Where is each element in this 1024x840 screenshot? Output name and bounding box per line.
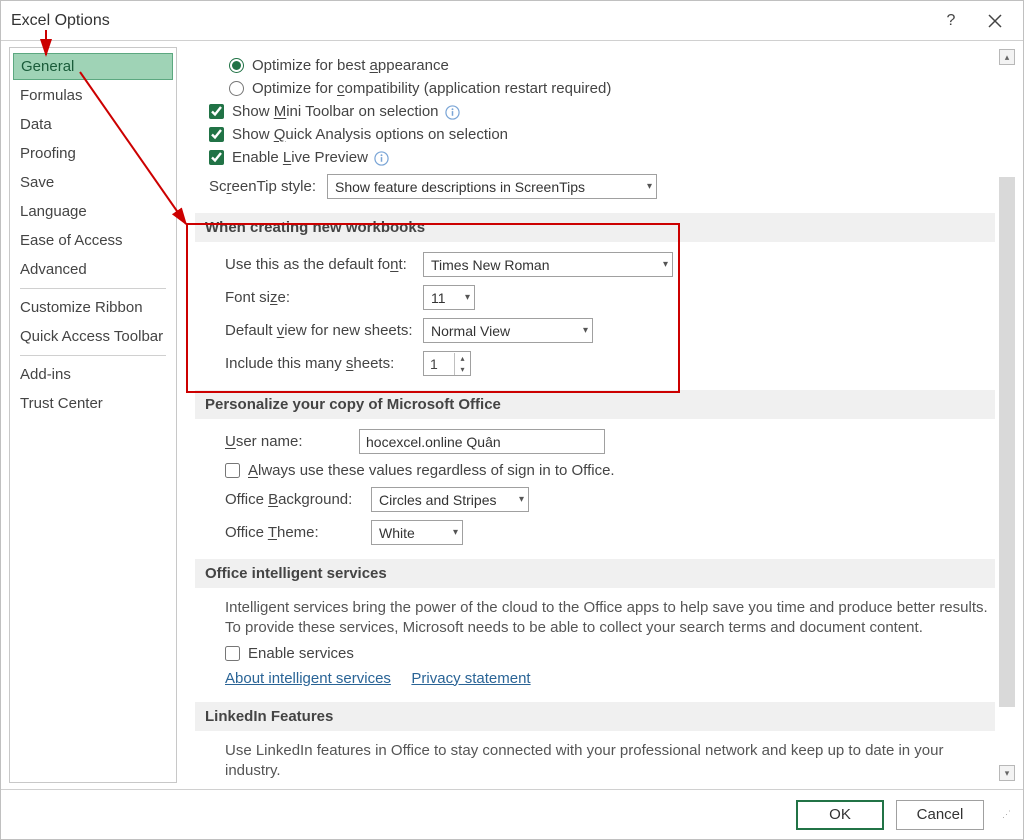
nav-trust[interactable]: Trust Center <box>10 389 176 418</box>
check-enable-services[interactable]: Enable services <box>211 645 995 662</box>
radio-optimize-compat[interactable]: Optimize for compatibility (application … <box>195 80 995 97</box>
field-office-theme: Office Theme: White▾ <box>225 520 995 545</box>
intelligent-desc: Intelligent services bring the power of … <box>225 598 995 639</box>
radio-optimize-best-input[interactable] <box>229 58 244 73</box>
field-default-font: Use this as the default font: Times New … <box>225 252 995 277</box>
nav-general[interactable]: General <box>13 53 173 80</box>
dropdown-font-size[interactable]: 11▾ <box>423 285 475 310</box>
radio-optimize-best[interactable]: Optimize for best appearance <box>195 57 995 74</box>
nav-separator <box>20 288 166 289</box>
spinner-sheet-count[interactable]: 1 ▴▾ <box>423 351 471 376</box>
section-new-workbooks: When creating new workbooks <box>195 213 995 242</box>
chevron-down-icon: ▾ <box>513 494 524 505</box>
dropdown-default-view[interactable]: Normal View▾ <box>423 318 593 343</box>
titlebar: Excel Options ? <box>1 1 1023 41</box>
close-icon[interactable] <box>973 4 1017 38</box>
chevron-down-icon: ▾ <box>459 292 470 303</box>
input-user-name[interactable] <box>359 429 605 454</box>
dropdown-default-font[interactable]: Times New Roman▾ <box>423 252 673 277</box>
field-office-background: Office Background: Circles and Stripes▾ <box>225 487 995 512</box>
section-intelligent: Office intelligent services <box>195 559 995 588</box>
check-mini-toolbar-input[interactable] <box>209 104 224 119</box>
nav-ease[interactable]: Ease of Access <box>10 226 176 255</box>
help-icon[interactable]: ? <box>929 4 973 38</box>
resize-grip-icon[interactable]: ⋰ <box>1002 809 1011 820</box>
footer: OK Cancel ⋰ <box>1 789 1023 839</box>
window-title: Excel Options <box>11 12 929 30</box>
nav-formulas[interactable]: Formulas <box>10 81 176 110</box>
dropdown-office-theme[interactable]: White▾ <box>371 520 463 545</box>
ok-button[interactable]: OK <box>796 800 884 830</box>
field-sheet-count: Include this many sheets: 1 ▴▾ <box>225 351 995 376</box>
nav-proofing[interactable]: Proofing <box>10 139 176 168</box>
check-live-preview-input[interactable] <box>209 150 224 165</box>
nav-save[interactable]: Save <box>10 168 176 197</box>
scroll-up-icon[interactable]: ▴ <box>999 49 1015 65</box>
nav-addins[interactable]: Add-ins <box>10 360 176 389</box>
field-default-view: Default view for new sheets: Normal View… <box>225 318 995 343</box>
check-enable-services-input[interactable] <box>225 646 240 661</box>
spinner-down-icon[interactable]: ▾ <box>455 364 470 375</box>
check-quick-analysis[interactable]: Show Quick Analysis options on selection <box>195 126 995 143</box>
dropdown-office-background[interactable]: Circles and Stripes▾ <box>371 487 529 512</box>
spinner-up-icon[interactable]: ▴ <box>455 353 470 364</box>
field-font-size: Font size: 11▾ <box>225 285 995 310</box>
dropdown-screentip[interactable]: Show feature descriptions in ScreenTips▾ <box>327 174 657 199</box>
check-always-use-input[interactable] <box>225 463 240 478</box>
check-quick-analysis-input[interactable] <box>209 127 224 142</box>
chevron-down-icon: ▾ <box>447 527 458 538</box>
nav-ribbon[interactable]: Customize Ribbon <box>10 293 176 322</box>
section-linkedin: LinkedIn Features <box>195 702 995 731</box>
check-live-preview[interactable]: Enable Live Preview <box>195 149 995 166</box>
radio-optimize-compat-input[interactable] <box>229 81 244 96</box>
nav-language[interactable]: Language <box>10 197 176 226</box>
info-icon[interactable] <box>374 149 389 166</box>
info-icon[interactable] <box>445 103 460 120</box>
chevron-down-icon: ▾ <box>577 325 588 336</box>
scroll-down-icon[interactable]: ▾ <box>999 765 1015 781</box>
sidebar: General Formulas Data Proofing Save Lang… <box>9 47 177 783</box>
chevron-down-icon: ▾ <box>641 181 652 192</box>
cancel-button[interactable]: Cancel <box>896 800 984 830</box>
link-privacy[interactable]: Privacy statement <box>411 670 530 687</box>
nav-separator <box>20 355 166 356</box>
nav-data[interactable]: Data <box>10 110 176 139</box>
nav-advanced[interactable]: Advanced <box>10 255 176 284</box>
content-pane: Optimize for best appearance Optimize fo… <box>183 47 1017 783</box>
field-screentip: ScreenTip style: Show feature descriptio… <box>209 174 995 199</box>
section-personalize: Personalize your copy of Microsoft Offic… <box>195 390 995 419</box>
scrollbar-thumb[interactable] <box>999 177 1015 707</box>
linkedin-desc: Use LinkedIn features in Office to stay … <box>225 741 995 782</box>
field-user-name: User name: <box>225 429 995 454</box>
chevron-down-icon: ▾ <box>657 259 668 270</box>
link-about-intelligent[interactable]: About intelligent services <box>225 670 391 687</box>
check-mini-toolbar[interactable]: Show Mini Toolbar on selection <box>195 103 995 120</box>
check-always-use[interactable]: Always use these values regardless of si… <box>211 462 995 479</box>
nav-qat[interactable]: Quick Access Toolbar <box>10 322 176 351</box>
